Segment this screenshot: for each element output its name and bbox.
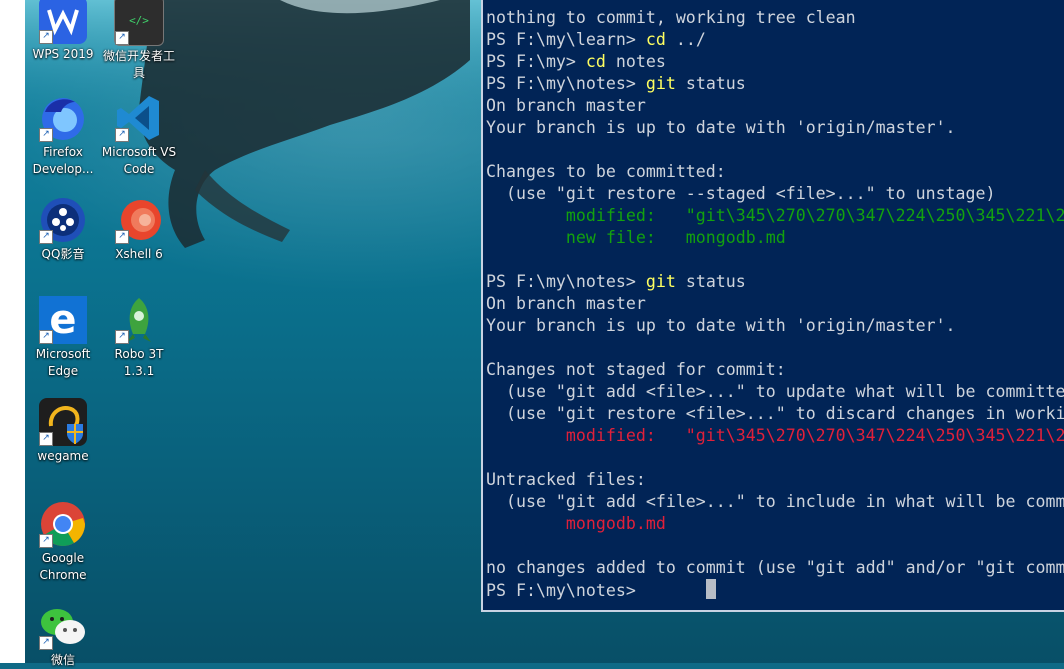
terminal-text: modified: "git\345\270\270\347\224\250\3…	[486, 426, 1064, 445]
terminal-command-args: ../	[665, 30, 706, 49]
robo3t-icon: ↗	[115, 296, 163, 344]
terminal-command-args: status	[675, 272, 746, 291]
terminal-text: modified: "git\345\270\270\347\224\250\3…	[486, 206, 1064, 225]
terminal-command: cd	[585, 52, 606, 71]
desktop-icon-robo3t[interactable]: ↗ Robo 3T 1.3.1	[101, 296, 177, 380]
terminal-output-line: (use "git add <file>..." to update what …	[486, 381, 1064, 403]
terminal-current-prompt-line[interactable]: PS F:\my\notes>	[486, 579, 1064, 601]
wps-icon: ↗	[39, 0, 87, 44]
terminal-command-line: PS F:\my\notes> git status	[486, 271, 1064, 293]
terminal-output-line: nothing to commit, working tree clean	[486, 7, 1064, 29]
terminal-text: (use "git add <file>..." to update what …	[486, 382, 1064, 401]
terminal-output-line: Your branch is up to date with 'origin/m…	[486, 315, 1064, 337]
terminal-text: (use "git add <file>..." to include in w…	[486, 492, 1064, 511]
terminal-text: Changes to be committed:	[486, 162, 726, 181]
text-cursor	[705, 579, 716, 599]
terminal-command-line: PS F:\my> cd notes	[486, 51, 1064, 73]
terminal-text: no changes added to commit (use "git add…	[486, 558, 1064, 577]
terminal-prompt: PS F:\my>	[486, 52, 586, 71]
powershell-terminal-window[interactable]: nothing to commit, working tree clean PS …	[481, 0, 1064, 612]
terminal-text: Changes not staged for commit:	[486, 360, 786, 379]
desktop-icon-wechat-devtools[interactable]: </> ↗ 微信开发者工具	[101, 0, 177, 82]
desktop-icon-label: Robo 3T 1.3.1	[114, 347, 164, 378]
desktop-icon-edge[interactable]: e ↗ Microsoft Edge	[25, 296, 101, 380]
terminal-output-line: modified: "git\345\270\270\347\224\250\3…	[486, 205, 1064, 227]
terminal-output-line: no changes added to commit (use "git add…	[486, 557, 1064, 579]
desktop-icon-wechat[interactable]: ↗ 微信	[25, 602, 101, 669]
terminal-command-args: notes	[605, 52, 666, 71]
terminal-command: cd	[645, 30, 666, 49]
terminal-text: new file: mongodb.md	[486, 228, 786, 247]
desktop-icon-chrome[interactable]: ↗ Google Chrome	[25, 500, 101, 584]
desktop-icon-label: Microsoft Edge	[35, 347, 91, 378]
desktop-icon-label: Google Chrome	[39, 551, 87, 582]
terminal-command-line: PS F:\my\notes> git status	[486, 73, 1064, 95]
terminal-output-line: Changes not staged for commit:	[486, 359, 1064, 381]
wechat-icon: ↗	[39, 602, 87, 650]
terminal-text: On branch master	[486, 96, 646, 115]
terminal-text: Untracked files:	[486, 470, 646, 489]
terminal-text: nothing to commit, working tree clean	[486, 8, 856, 27]
terminal-prompt: PS F:\my\learn>	[486, 30, 646, 49]
edge-icon: e ↗	[39, 296, 87, 344]
terminal-command-line: PS F:\my\learn> cd ../	[486, 29, 1064, 51]
vscode-icon: ↗	[115, 94, 163, 142]
desktop-icon-label: 微信开发者工具	[102, 49, 175, 80]
terminal-output[interactable]: nothing to commit, working tree clean PS …	[486, 7, 1064, 601]
firefox-developer-icon: ↗	[39, 94, 87, 142]
terminal-prompt: PS F:\my\notes>	[486, 74, 646, 93]
desktop-icon-label: WPS 2019	[32, 47, 94, 61]
desktop-icon-qq-player[interactable]: ↗ QQ影音	[25, 196, 101, 263]
terminal-output-line: modified: "git\345\270\270\347\224\250\3…	[486, 425, 1064, 447]
desktop-icon-label: Firefox Develop...	[32, 145, 94, 176]
desktop-icon-firefox-developer[interactable]: ↗ Firefox Develop...	[25, 94, 101, 178]
terminal-prompt: PS F:\my\notes>	[486, 272, 646, 291]
desktop-icon-label: QQ影音	[41, 247, 85, 261]
terminal-text: Your branch is up to date with 'origin/m…	[486, 316, 956, 335]
xshell-icon: ↗	[115, 196, 163, 244]
terminal-command-args: status	[675, 74, 746, 93]
terminal-text: (use "git restore --staged <file>..." to…	[486, 184, 996, 203]
terminal-command: git	[645, 272, 676, 291]
desktop-icon-wps[interactable]: ↗ WPS 2019	[25, 0, 101, 63]
terminal-text: mongodb.md	[486, 514, 666, 533]
terminal-prompt: PS F:\my\notes>	[486, 581, 646, 600]
terminal-output-line: Your branch is up to date with 'origin/m…	[486, 117, 1064, 139]
desktop-icon-label: Xshell 6	[115, 247, 163, 261]
qq-player-icon: ↗	[39, 196, 87, 244]
terminal-output-line: (use "git add <file>..." to include in w…	[486, 491, 1064, 513]
terminal-output-line: Changes to be committed:	[486, 161, 1064, 183]
terminal-command: git	[645, 74, 676, 93]
desktop-icon-wegame[interactable]: ↗ wegame	[25, 398, 101, 465]
terminal-text: On branch master	[486, 294, 646, 313]
terminal-output-line: On branch master	[486, 293, 1064, 315]
wechat-devtools-icon: </> ↗	[114, 0, 164, 46]
terminal-text: Your branch is up to date with 'origin/m…	[486, 118, 956, 137]
desktop-icon-label: 微信	[50, 653, 75, 667]
chrome-icon: ↗	[39, 500, 87, 548]
terminal-output-line: On branch master	[486, 95, 1064, 117]
terminal-text: (use "git restore <file>..." to discard …	[486, 404, 1064, 423]
terminal-output-line: mongodb.md	[486, 513, 1064, 535]
desktop-icon-label: Microsoft VS Code	[101, 145, 177, 176]
terminal-output-line: (use "git restore --staged <file>..." to…	[486, 183, 1064, 205]
terminal-output-line: (use "git restore <file>..." to discard …	[486, 403, 1064, 425]
desktop-icon-label: wegame	[37, 449, 89, 463]
desktop-icon-xshell[interactable]: ↗ Xshell 6	[101, 196, 177, 263]
wegame-icon: ↗	[39, 398, 87, 446]
left-screen-edge	[0, 0, 25, 663]
terminal-output-line: new file: mongodb.md	[486, 227, 1064, 249]
terminal-output-line: Untracked files:	[486, 469, 1064, 491]
desktop-icon-vscode[interactable]: ↗ Microsoft VS Code	[101, 94, 177, 178]
